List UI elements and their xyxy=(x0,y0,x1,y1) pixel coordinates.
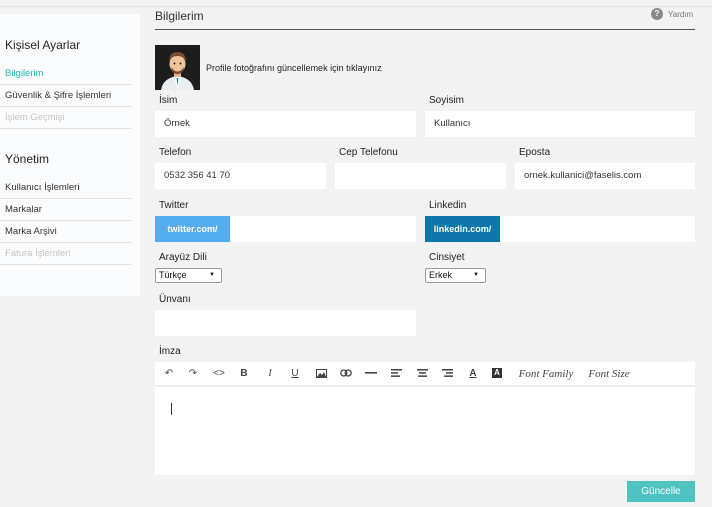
italic-icon[interactable]: I xyxy=(262,362,278,386)
language-select[interactable]: Türkçe ▼ xyxy=(155,268,222,283)
signature-label: İmza xyxy=(159,346,181,357)
phone-field[interactable]: 0532 356 41 70 xyxy=(155,163,326,189)
gender-label: Cinsiyet xyxy=(429,252,465,263)
job-title-label: Ünvanı xyxy=(159,294,191,305)
twitter-label: Twitter xyxy=(159,200,189,211)
background-color-icon[interactable]: A xyxy=(489,362,505,386)
first-name-label: İsim xyxy=(159,95,178,106)
linkedin-prefix: linkedin.com/ xyxy=(425,216,500,242)
align-right-icon[interactable] xyxy=(439,362,455,386)
phone-label: Telefon xyxy=(159,147,192,158)
align-left-icon[interactable] xyxy=(388,362,404,386)
sidebar-section-personal-title: Kişisel Ayarlar xyxy=(5,38,81,52)
help-icon: ? xyxy=(651,8,663,20)
redo-icon[interactable]: ↷ xyxy=(184,362,202,386)
editor-toolbar: ↶ ↷ <> B I U A A Font Family Font Size xyxy=(155,362,695,386)
sidebar-item-users[interactable]: Kullanıcı İşlemleri xyxy=(0,177,132,199)
job-title-field[interactable] xyxy=(155,310,416,336)
top-divider xyxy=(0,6,712,7)
text-caret xyxy=(171,403,172,415)
image-icon[interactable] xyxy=(313,362,329,386)
chevron-down-icon: ▼ xyxy=(473,272,479,278)
sidebar-item-bilgilerim[interactable]: Bilgilerim xyxy=(0,63,132,85)
sidebar-item-brands[interactable]: Markalar xyxy=(0,199,132,221)
sidebar-item-history[interactable]: İşlem Geçmişi xyxy=(0,107,132,129)
horizontal-rule-icon[interactable] xyxy=(363,362,379,386)
page-title: Bilgilerim xyxy=(155,9,204,23)
link-icon[interactable] xyxy=(338,362,354,386)
chevron-down-icon: ▼ xyxy=(209,272,215,278)
email-label: Eposta xyxy=(519,147,551,158)
language-select-value: Türkçe xyxy=(159,270,187,280)
last-name-label: Soyisim xyxy=(429,95,465,106)
twitter-prefix: twitter.com/ xyxy=(155,216,230,242)
sidebar-item-invoices[interactable]: Fatura İşlemleri xyxy=(0,243,132,265)
email-field[interactable]: ornek.kullanici@faselis.com xyxy=(515,163,695,189)
avatar-update-hint[interactable]: Profile fotoğrafını güncellemek için tık… xyxy=(206,63,382,73)
sidebar-section-management-title: Yönetim xyxy=(5,152,50,166)
code-view-icon[interactable]: <> xyxy=(209,362,229,386)
underline-icon[interactable]: U xyxy=(287,362,303,386)
gender-select-value: Erkek xyxy=(429,270,453,280)
help-label: Yardım xyxy=(668,9,694,19)
sidebar: Kişisel Ayarlar Bilgilerim Güvenlik & Şi… xyxy=(0,14,140,296)
update-button[interactable]: Güncelle xyxy=(627,481,695,502)
last-name-field[interactable]: Kullanıcı xyxy=(425,111,695,137)
language-label: Arayüz Dili xyxy=(159,252,207,263)
first-name-field[interactable]: Örnek xyxy=(155,111,416,137)
undo-icon[interactable]: ↶ xyxy=(160,362,178,386)
font-size-dropdown[interactable]: Font Size xyxy=(585,362,633,386)
help-link[interactable]: ? Yardım xyxy=(651,8,693,20)
font-family-dropdown[interactable]: Font Family xyxy=(515,362,577,386)
title-divider xyxy=(155,29,695,30)
sidebar-item-security[interactable]: Güvenlik & Şifre İşlemleri xyxy=(0,85,132,107)
linkedin-label: Linkedin xyxy=(429,200,467,211)
profile-avatar[interactable] xyxy=(155,45,200,90)
font-color-icon[interactable]: A xyxy=(465,362,481,386)
avatar-person-icon xyxy=(155,45,200,90)
background-color-glyph: A xyxy=(492,368,502,379)
gender-select[interactable]: Erkek ▼ xyxy=(425,268,486,283)
mobile-label: Cep Telefonu xyxy=(339,147,398,158)
bold-icon[interactable]: B xyxy=(236,362,252,386)
signature-editor[interactable] xyxy=(155,387,695,475)
sidebar-item-brand-archive[interactable]: Marka Arşivi xyxy=(0,221,132,243)
mobile-field[interactable] xyxy=(335,163,506,189)
align-center-icon[interactable] xyxy=(414,362,430,386)
